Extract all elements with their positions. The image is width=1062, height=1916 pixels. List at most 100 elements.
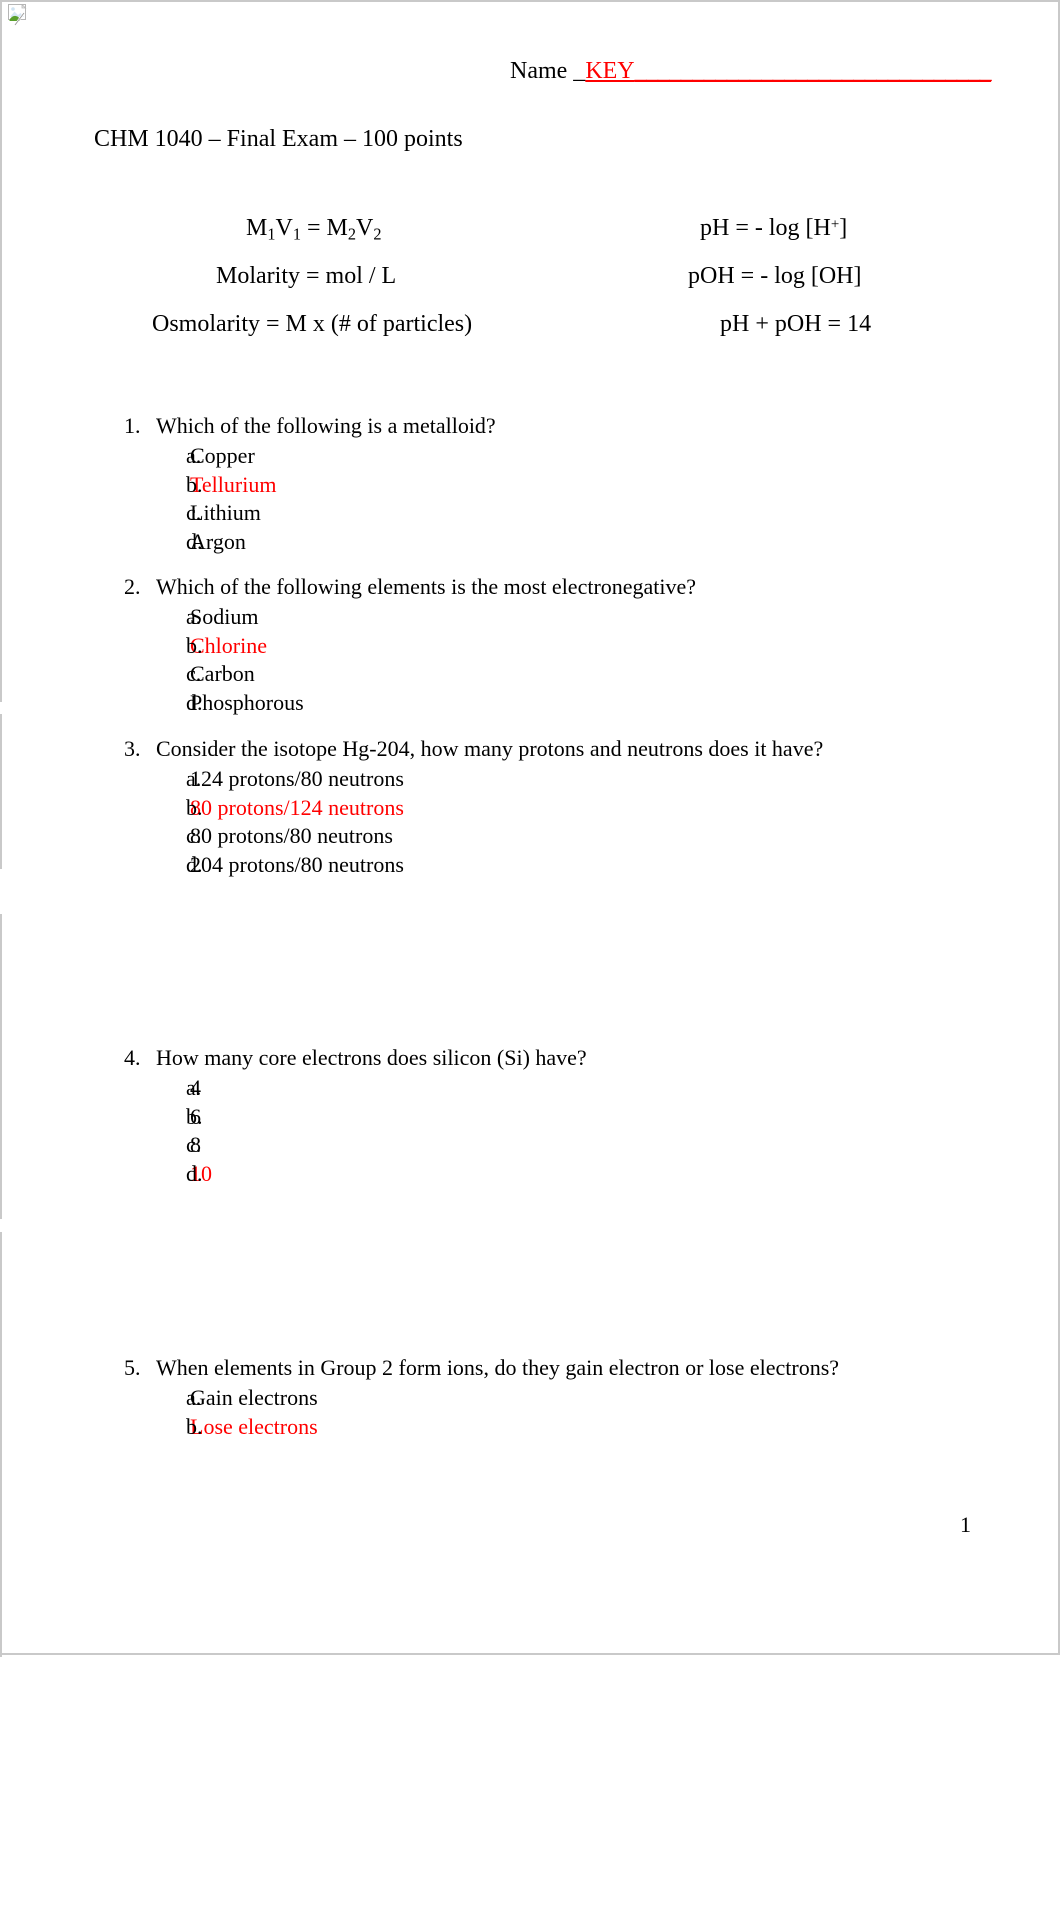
formula-part: Osmolarity = M x (# of particles) <box>152 311 473 337</box>
answer-option[interactable]: c. 8 <box>0 1131 940 1160</box>
formula-row: Molarity = mol / L pOH = - log [OH] <box>0 263 1060 311</box>
question-number: 5. <box>124 1355 141 1380</box>
formula-reference-block: M1V1 = M2V2 pH = - log [H+] Molarity = m… <box>0 215 1060 359</box>
answer-letter: d. <box>186 851 203 877</box>
question-line: 1. Which of the following is a metalloid? <box>0 412 940 440</box>
page-number: 1 <box>960 1512 971 1537</box>
answer-option[interactable]: a. Copper <box>0 442 940 471</box>
answer-letter: b. <box>186 1103 203 1129</box>
formula-part: 2 <box>373 224 382 244</box>
name-line: Name _KEY_______________________________ <box>510 58 992 84</box>
answer-letter: b. <box>186 471 203 497</box>
question-block: 1. Which of the following is a metalloid?… <box>0 412 940 557</box>
formula-part: V <box>356 215 374 241</box>
answer-text-correct: 80 protons/124 neutrons <box>190 794 404 820</box>
answer-option[interactable]: b. Chlorine <box>0 632 940 661</box>
question-number: 2. <box>124 574 141 599</box>
answer-options: a. 124 protons/80 neutrons b. 80 protons/12… <box>0 765 940 879</box>
answer-option[interactable]: b. Tellurium <box>0 471 940 500</box>
answer-letter: c. <box>186 500 202 526</box>
page-left-border-segment <box>0 1232 2 1657</box>
formula-right: pH + pOH = 14 <box>720 311 871 338</box>
answer-option[interactable]: a. Sodium <box>0 603 940 632</box>
name-label: Name _ <box>510 58 586 84</box>
course-title: CHM 1040 – Final Exam – 100 points <box>94 126 463 152</box>
answer-letter: d. <box>186 1160 203 1186</box>
formula-part: = M <box>301 215 348 241</box>
formula-part: V <box>275 215 293 241</box>
question-text: When elements in Group 2 form ions, do t… <box>156 1355 840 1380</box>
answer-option[interactable]: b. 80 protons/124 neutrons <box>0 794 940 823</box>
formula-left: M1V1 = M2V2 <box>246 215 382 245</box>
answer-text: 80 protons/80 neutrons <box>190 823 393 849</box>
formula-part: 1 <box>292 224 301 244</box>
formula-part: 1 <box>267 224 276 244</box>
answer-letter: b. <box>186 794 203 820</box>
question-line: 5. When elements in Group 2 form ions, do… <box>0 1354 940 1382</box>
formula-right: pH = - log [H+] <box>700 215 847 242</box>
page-right-border-segment <box>1056 2 1058 722</box>
formula-row: M1V1 = M2V2 pH = - log [H+] <box>0 215 1060 263</box>
answer-letter: a. <box>186 1075 202 1101</box>
name-value: KEY <box>585 58 635 84</box>
question-text: Which of the following is a metalloid? <box>156 413 496 438</box>
question-text: How many core electrons does silicon (Si… <box>156 1045 587 1070</box>
answer-text: 124 protons/80 neutrons <box>190 766 404 792</box>
question-block: 2. Which of the following elements is the… <box>0 573 940 718</box>
formula-part: pH = - log [H <box>700 215 831 241</box>
formula-left: Molarity = mol / L <box>216 263 396 290</box>
answer-letter: b. <box>186 632 203 658</box>
answer-options: a. Gain electrons b. Lose electrons <box>0 1384 940 1441</box>
question-block: 3. Consider the isotope Hg-204, how many … <box>0 735 940 880</box>
broken-image-placeholder-icon <box>8 3 30 26</box>
formula-part: pOH = - log [OH] <box>688 263 862 289</box>
formula-part: 2 <box>347 224 357 244</box>
formula-part: ] <box>839 215 848 241</box>
formula-part: pH + pOH = 14 <box>720 311 872 337</box>
answer-letter: a. <box>186 766 202 792</box>
formula-left: Osmolarity = M x (# of particles) <box>152 311 472 338</box>
answer-letter: b. <box>186 1413 203 1439</box>
answer-option[interactable]: d. Phosphorous <box>0 689 940 718</box>
answer-letter: a. <box>186 443 202 469</box>
answer-option[interactable]: c. 80 protons/80 neutrons <box>0 822 940 851</box>
formula-part: + <box>830 216 840 233</box>
answer-text: 204 protons/80 neutrons <box>190 851 404 877</box>
formula-part: Molarity = mol / L <box>216 263 397 289</box>
answer-option[interactable]: b. Lose electrons <box>0 1413 940 1442</box>
question-line: 3. Consider the isotope Hg-204, how many … <box>0 735 940 763</box>
answer-option[interactable]: b. 6 <box>0 1103 940 1132</box>
answer-option[interactable]: d. 204 protons/80 neutrons <box>0 851 940 880</box>
answer-options: a. Sodium b. Chlorine c. Carbon d. Phosphorous <box>0 603 940 717</box>
question-text: Which of the following elements is the m… <box>156 574 697 599</box>
answer-letter: a. <box>186 1385 202 1411</box>
answer-option[interactable]: a. 124 protons/80 neutrons <box>0 765 940 794</box>
answer-option[interactable]: a. Gain electrons <box>0 1384 940 1413</box>
question-number: 1. <box>124 413 141 438</box>
question-line: 2. Which of the following elements is the… <box>0 573 940 601</box>
answer-letter: a. <box>186 604 202 630</box>
answer-options: a. 4 b. 6 c. 8 d. 10 <box>0 1074 940 1188</box>
answer-option[interactable]: c. Carbon <box>0 660 940 689</box>
question-number: 4. <box>124 1045 141 1070</box>
answer-letter: d. <box>186 528 203 554</box>
question-block: 4. How many core electrons does silicon (… <box>0 1044 940 1189</box>
name-blank-line: _______________________________ <box>634 58 992 84</box>
answer-letter: c. <box>186 823 202 849</box>
formula-part: M <box>246 215 268 241</box>
question-number: 3. <box>124 736 141 761</box>
answer-option[interactable]: c. Lithium <box>0 499 940 528</box>
formula-row: Osmolarity = M x (# of particles) pH + p… <box>0 311 1060 359</box>
question-block: 5. When elements in Group 2 form ions, do… <box>0 1354 940 1441</box>
answer-letter: c. <box>186 661 202 687</box>
answer-letter: c. <box>186 1132 202 1158</box>
formula-right: pOH = - log [OH] <box>688 263 862 290</box>
answer-option[interactable]: d. 10 <box>0 1160 940 1189</box>
answer-option[interactable]: d. Argon <box>0 528 940 557</box>
answer-letter: d. <box>186 689 203 715</box>
question-line: 4. How many core electrons does silicon (… <box>0 1044 940 1072</box>
question-text: Consider the isotope Hg-204, how many pr… <box>156 736 824 761</box>
page-right-border-segment <box>1056 907 1058 1067</box>
answer-options: a. Copper b. Tellurium c. Lithium d. Argon <box>0 442 940 556</box>
answer-option[interactable]: a. 4 <box>0 1074 940 1103</box>
